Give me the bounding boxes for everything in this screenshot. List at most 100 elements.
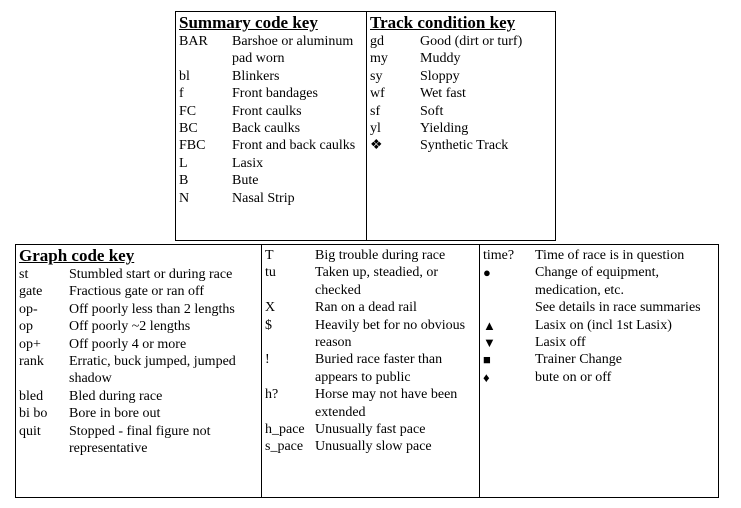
key-code: bled [19,388,44,404]
key-row: bl Blinkers [179,68,366,85]
summary-code-key: Summary code key BAR Barshoe or aluminum … [176,12,367,240]
graph-key-list-3: time? Time of race is in question ● Change … [483,247,718,386]
key-row: N Nasal Strip [179,190,366,207]
key-code: ❖ [370,138,383,154]
key-row: B Bute [179,172,366,189]
key-description: Bled during race [69,388,163,404]
key-row: h? Horse may not have been extended [265,386,479,421]
key-description: Lasix [232,155,264,171]
key-row: ▲ Lasix on (incl 1st Lasix) [483,317,718,334]
key-description: Front caulks [232,103,302,119]
key-row: gd Good (dirt or turf) [370,33,555,50]
key-row: BAR Barshoe or aluminum pad worn [179,33,366,68]
key-row: op Off poorly ~2 lengths [19,318,261,335]
diamond-icon: ♦ [483,369,490,385]
graph-key-col-3: time? Time of race is in question ● Change … [480,245,718,497]
key-row: FC Front caulks [179,103,366,120]
key-code: f [179,86,184,102]
key-code: h_pace [265,422,305,438]
key-row: op- Off poorly less than 2 lengths [19,301,261,318]
key-description: Sloppy [420,68,460,84]
square-icon: ■ [483,352,491,368]
key-code: op [19,319,33,335]
key-code: op+ [19,336,41,352]
key-code: sf [370,103,381,119]
key-row: ! Buried race faster than appears to publ… [265,351,479,386]
key-code: s_pace [265,439,304,455]
triangle-up-icon: ▲ [483,317,496,333]
key-code: N [179,190,190,206]
key-row: gate Fractious gate or ran off [19,283,261,300]
key-row: X Ran on a dead rail [265,299,479,316]
key-row: bi bo Bore in bore out [19,405,261,422]
key-code: T [265,248,274,263]
key-description: Erratic, buck jumped, jumped shadow [69,354,236,387]
key-row: rank Erratic, buck jumped, jumped shadow [19,353,261,388]
key-description: Taken up, steadied, or checked [315,265,439,298]
key-description: Unusually slow pace [315,439,432,455]
graph-key-col-1: Graph code key st Stumbled start or durin… [16,245,262,497]
key-description: Back caulks [232,121,301,137]
track-key-title: Track condition key [370,13,516,32]
key-row: FBC Front and back caulks [179,137,366,154]
key-description: Off poorly ~2 lengths [69,319,191,335]
key-code: gd [370,34,384,49]
key-description: Muddy [420,51,461,67]
key-row: st Stumbled start or during race [19,266,261,283]
key-description: Time of race is in question [535,248,685,263]
key-code: L [179,155,188,171]
key-code: FBC [179,138,206,154]
key-code: quit [19,423,41,439]
key-description: Ran on a dead rail [315,300,417,316]
key-description: Front bandages [232,86,318,102]
graph-key-list-2: T Big trouble during race tu Taken up, stea… [265,247,479,456]
key-code: time? [483,248,515,263]
key-description: Lasix on (incl 1st Lasix) [535,317,672,333]
key-row: L Lasix [179,155,366,172]
track-key-list: gd Good (dirt or turf) my Muddy sy Sloppy wf We… [370,33,555,155]
key-description: Unusually fast pace [315,422,426,438]
key-code: bl [179,68,190,84]
key-row: f Front bandages [179,85,366,102]
key-code [483,299,535,316]
key-code: BC [179,121,198,137]
key-row: ■ Trainer Change [483,351,718,368]
key-code: bi bo [19,406,48,422]
key-description: Heavily bet for no obvious reason [315,317,466,351]
key-code: h? [265,387,279,403]
key-description: Horse may not have been extended [315,387,458,420]
key-code: FC [179,103,197,119]
track-condition-key: Track condition key gd Good (dirt or turf… [367,12,555,240]
key-description: Yielding [420,121,469,137]
key-description: Nasal Strip [232,190,295,206]
summary-key-list: BAR Barshoe or aluminum pad worn bl Blinker… [179,33,366,207]
key-row: ▼ Lasix off [483,334,718,351]
graph-key-col-2: T Big trouble during race tu Taken up, stea… [262,245,480,497]
key-code: ! [265,352,270,368]
key-description: Synthetic Track [420,138,509,154]
key-row: yl Yielding [370,120,555,137]
key-row: wf Wet fast [370,85,555,102]
key-row: h_pace Unusually fast pace [265,421,479,438]
key-description: Trainer Change [535,352,622,368]
key-description: Buried race faster than appears to publi… [315,352,443,385]
key-description: Soft [420,103,444,119]
key-description: Stopped - final figure not representativ… [69,423,211,457]
summary-key-title: Summary code key [179,13,318,32]
key-code: wf [370,86,385,102]
top-key-table: Summary code key BAR Barshoe or aluminum … [175,11,556,241]
key-code: B [179,173,189,189]
key-description: See details in race summaries [535,300,701,316]
key-row: op+ Off poorly 4 or more [19,336,261,353]
key-code: op- [19,301,38,317]
key-description: Bute [232,173,259,189]
key-row: sf Soft [370,103,555,120]
key-row: T Big trouble during race [265,247,479,264]
key-row: tu Taken up, steadied, or checked [265,264,479,299]
key-description: Off poorly less than 2 lengths [69,301,235,317]
key-description: bute on or off [535,369,612,385]
key-row: bled Bled during race [19,388,261,405]
key-code: my [370,51,388,67]
filled-circle-icon: ● [483,265,491,281]
key-row: s_pace Unusually slow pace [265,438,479,455]
